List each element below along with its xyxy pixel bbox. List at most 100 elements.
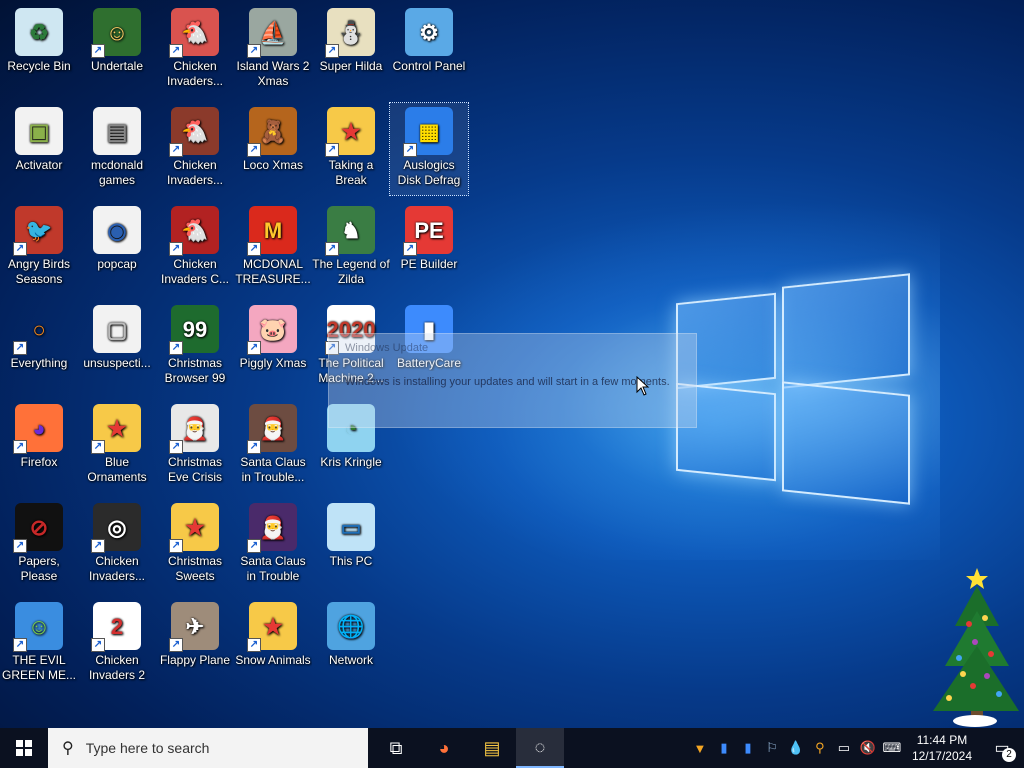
app-icon: 🐔 ↗ bbox=[169, 107, 219, 157]
tray-icon[interactable]: ▭ bbox=[832, 728, 856, 768]
desktop-icon[interactable]: 🌐 Network bbox=[312, 598, 390, 690]
app-icon: 99 ↗ bbox=[169, 305, 219, 355]
desktop-icon[interactable]: ▢ unsuspecti... bbox=[78, 301, 156, 393]
desktop-icon[interactable]: 🐦 ↗ Angry Birds Seasons bbox=[0, 202, 78, 294]
desktop-icon[interactable]: ⊘ ↗ Papers, Please bbox=[0, 499, 78, 591]
desktop-icon-label: Angry Birds Seasons bbox=[7, 257, 71, 286]
start-button[interactable] bbox=[0, 728, 48, 768]
desktop-icon[interactable]: PE ↗ PE Builder bbox=[390, 202, 468, 294]
desktop-icon-label: Recycle Bin bbox=[7, 59, 71, 73]
desktop-icon-label: Chicken Invaders... bbox=[166, 59, 224, 88]
search-placeholder: Type here to search bbox=[85, 740, 210, 756]
desktop-icon[interactable]: 🧸 ↗ Loco Xmas bbox=[234, 103, 312, 195]
desktop-icon-label: Activator bbox=[15, 158, 63, 172]
tray-icon[interactable]: 🔇 bbox=[856, 728, 880, 768]
taskbar-task-view-button[interactable]: ⧉ bbox=[372, 728, 420, 768]
desktop-icon[interactable]: ⛄ ↗ Super Hilda bbox=[312, 4, 390, 96]
app-icon: ◉ bbox=[93, 206, 141, 254]
shortcut-arrow-icon: ↗ bbox=[13, 341, 27, 355]
desktop-icon[interactable]: ♞ ↗ The Legend of Zilda bbox=[312, 202, 390, 294]
tray-icon[interactable]: 💧 bbox=[784, 728, 808, 768]
shortcut-arrow-icon: ↗ bbox=[169, 638, 183, 652]
app-icon: ⊘ ↗ bbox=[13, 503, 63, 553]
shortcut-arrow-icon: ↗ bbox=[13, 638, 27, 652]
tray-icon[interactable]: ⌨ bbox=[880, 728, 904, 768]
desktop-icon-label: Christmas Sweets bbox=[167, 554, 222, 583]
desktop-icon-label: Flappy Plane bbox=[159, 653, 231, 667]
app-icon: ♻ bbox=[15, 8, 63, 56]
desktop-icon[interactable]: 🐔 ↗ Chicken Invaders... bbox=[156, 103, 234, 195]
shortcut-arrow-icon: ↗ bbox=[247, 44, 261, 58]
desktop-icon[interactable]: ★ ↗ Christmas Sweets bbox=[156, 499, 234, 591]
desktop-icon[interactable]: ▭ This PC bbox=[312, 499, 390, 591]
tray-icon[interactable]: ⚲ bbox=[808, 728, 832, 768]
shortcut-arrow-icon: ↗ bbox=[247, 242, 261, 256]
desktop-icon-label: MCDONAL TREASURE... bbox=[235, 257, 311, 286]
taskbar-clock[interactable]: 11:44 PM 12/17/2024 bbox=[904, 732, 980, 764]
desktop-icon[interactable]: ★ ↗ Taking a Break bbox=[312, 103, 390, 195]
taskbar-search-box[interactable]: ⚲ Type here to search bbox=[48, 728, 368, 768]
desktop-icon[interactable]: ⚙ Control Panel bbox=[390, 4, 468, 96]
desktop-icon[interactable]: 🎅 ↗ Christmas Eve Crisis bbox=[156, 400, 234, 492]
desktop-icon[interactable]: ☺ ↗ Undertale bbox=[78, 4, 156, 96]
desktop-icon[interactable]: ♻ Recycle Bin bbox=[0, 4, 78, 96]
desktop-icon-label: Chicken Invaders... bbox=[166, 158, 224, 187]
desktop-icon-label: Taking a Break bbox=[328, 158, 374, 187]
desktop-icon[interactable]: 🎅↗Santa Claus in Trouble... A... bbox=[234, 400, 312, 492]
system-tray: ▼ ▮ ▮ ⚐ 💧 ⚲ ▭ 🔇 ⌨ 11:44 PM 12/17/2024 ▭ 2 bbox=[688, 728, 1024, 768]
desktop-icon[interactable]: ▣ Activator bbox=[0, 103, 78, 195]
desktop-icon[interactable]: ▦ ↗ Auslogics Disk Defrag bbox=[389, 102, 469, 196]
desktop-icon-label: Santa Claus in Trouble bbox=[240, 554, 306, 583]
desktop-icon[interactable]: ▤ mcdonald games bbox=[78, 103, 156, 195]
desktop-icon-label: mcdonald games bbox=[90, 158, 144, 187]
desktop-icon-label: Santa Claus in Trouble... A... bbox=[240, 455, 306, 484]
app-icon: ▣ bbox=[15, 107, 63, 155]
shortcut-arrow-icon: ↗ bbox=[13, 242, 27, 256]
app-icon: ◕ ↗ bbox=[13, 404, 63, 454]
taskbar-firefox-button[interactable]: ◕ bbox=[420, 728, 468, 768]
desktop-icon[interactable]: ◎ ↗ Chicken Invaders... bbox=[78, 499, 156, 591]
desktop-icon[interactable]: M ↗ MCDONAL TREASURE... bbox=[234, 202, 312, 294]
shortcut-arrow-icon: ↗ bbox=[247, 638, 261, 652]
tray-icon[interactable]: ▮ bbox=[736, 728, 760, 768]
taskbar-file-explorer-button[interactable]: ▤ bbox=[468, 728, 516, 768]
shortcut-arrow-icon: ↗ bbox=[91, 44, 105, 58]
desktop-icon[interactable]: ○ ↗ Everything bbox=[0, 301, 78, 393]
tray-icon[interactable]: ⚐ bbox=[760, 728, 784, 768]
desktop-icon-label: Christmas Eve Crisis bbox=[167, 455, 222, 484]
app-icon: ▦ ↗ bbox=[403, 107, 453, 157]
app-icon: 2 ↗ bbox=[91, 602, 141, 652]
desktop-icon[interactable]: 🎅 ↗ Santa Claus in Trouble bbox=[234, 499, 312, 591]
desktop-icon-label: Piggly Xmas bbox=[239, 356, 307, 370]
desktop-icon-label: Loco Xmas bbox=[242, 158, 304, 172]
tray-icon[interactable]: ▮ bbox=[712, 728, 736, 768]
desktop-icon[interactable]: 2 ↗ Chicken Invaders 2 bbox=[78, 598, 156, 690]
windows-start-icon bbox=[16, 740, 32, 756]
taskbar-app-running-button[interactable]: ◌ bbox=[516, 728, 564, 768]
tray-icon[interactable]: ▼ bbox=[688, 728, 712, 768]
desktop-icon[interactable]: ◉ popcap bbox=[78, 202, 156, 294]
desktop-icon[interactable]: ☺ ↗ THE EVIL GREEN ME... bbox=[0, 598, 78, 690]
desktop-icon[interactable]: ⛵ ↗ Island Wars 2 Xmas bbox=[234, 4, 312, 96]
desktop-icon[interactable]: ◕ ↗ Firefox bbox=[0, 400, 78, 492]
desktop-icon[interactable]: 🐔 ↗ Chicken Invaders... bbox=[156, 4, 234, 96]
desktop-icon-label: Network bbox=[328, 653, 373, 667]
desktop-icon-label: Firefox bbox=[20, 455, 58, 469]
desktop-icon-label: Chicken Invaders... bbox=[88, 554, 146, 583]
desktop-icon[interactable]: 🐔 ↗ Chicken Invaders C... bbox=[156, 202, 234, 294]
desktop-icon-label: Snow Animals bbox=[235, 653, 311, 667]
desktop-icon[interactable]: ✈ ↗ Flappy Plane bbox=[156, 598, 234, 690]
app-icon: 🎅 ↗ bbox=[247, 404, 297, 454]
app-icon: ⛄ ↗ bbox=[325, 8, 375, 58]
task-view-icon: ⧉ bbox=[389, 737, 403, 758]
shortcut-arrow-icon: ↗ bbox=[247, 341, 261, 355]
desktop-icon[interactable]: 🐷 ↗ Piggly Xmas bbox=[234, 301, 312, 393]
desktop-icon-label: Chicken Invaders 2 bbox=[88, 653, 146, 682]
action-center-button[interactable]: ▭ 2 bbox=[980, 728, 1024, 768]
desktop-icon[interactable]: ★ ↗ Snow Animals bbox=[234, 598, 312, 690]
shortcut-arrow-icon: ↗ bbox=[325, 242, 339, 256]
desktop-icon[interactable]: ★ ↗ Blue Ornaments bbox=[78, 400, 156, 492]
app-icon: ☺ ↗ bbox=[91, 8, 141, 58]
desktop-icon[interactable]: 99 ↗ Christmas Browser 99 bbox=[156, 301, 234, 393]
desktop-icon-label: unsuspecti... bbox=[83, 356, 151, 370]
